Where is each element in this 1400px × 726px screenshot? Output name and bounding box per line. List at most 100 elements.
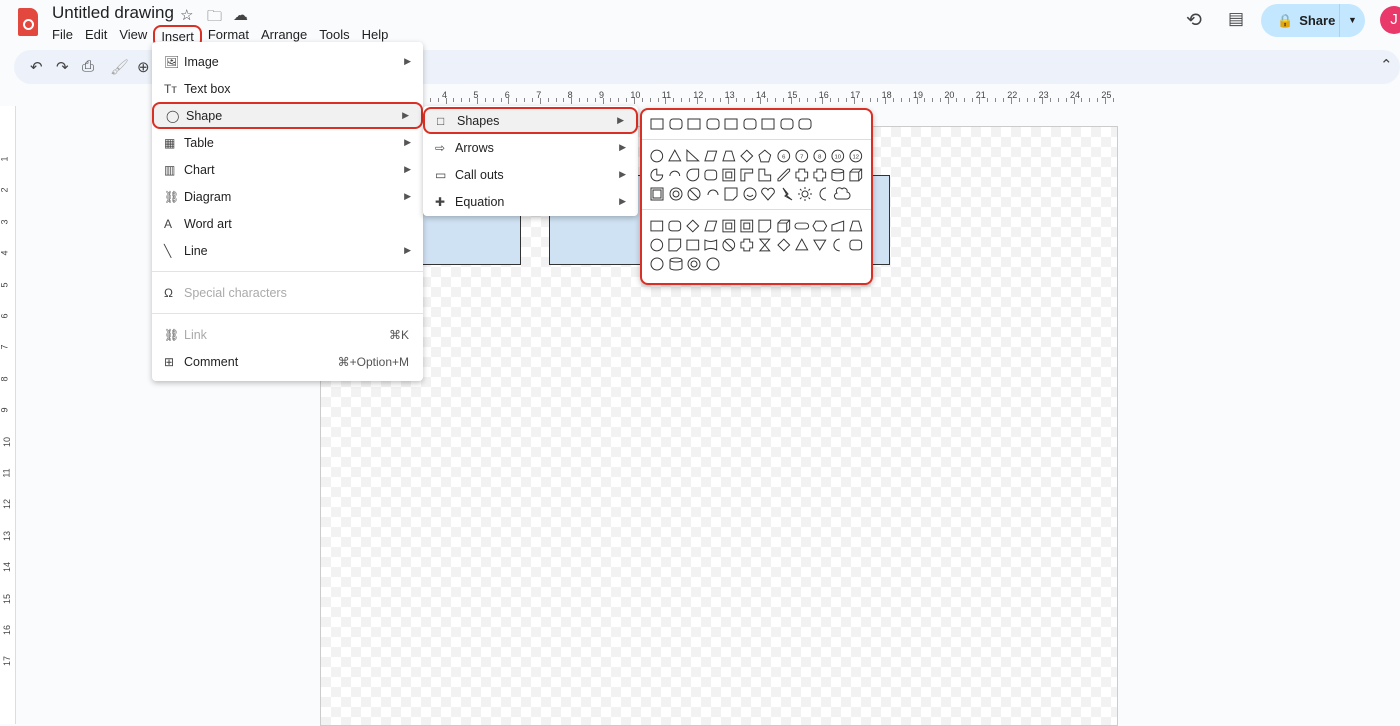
shape-frame-icon[interactable] bbox=[720, 217, 738, 235]
shape-cloud-icon[interactable] bbox=[833, 185, 851, 203]
collapse-toolbar-icon[interactable]: ⌃ bbox=[1380, 56, 1393, 74]
shape-plus-icon[interactable] bbox=[811, 166, 829, 184]
shape-round-icon[interactable] bbox=[666, 217, 684, 235]
star-icon[interactable]: ☆ bbox=[180, 6, 193, 24]
shape-noSym-icon[interactable] bbox=[720, 236, 738, 254]
menu-item-comment[interactable]: ⊞ Comment ⌘+Option+M bbox=[152, 348, 423, 375]
shape-rtri-icon[interactable] bbox=[684, 147, 702, 165]
shape-trap-icon[interactable] bbox=[720, 147, 738, 165]
shape-n7-icon[interactable]: 7 bbox=[793, 147, 811, 165]
shape-can-icon[interactable] bbox=[829, 166, 847, 184]
shape-rect-icon[interactable] bbox=[648, 217, 666, 235]
menu-item-shapes[interactable]: □ Shapes ▶ bbox=[423, 107, 638, 134]
version-history-icon[interactable]: ⟲ bbox=[1186, 9, 1202, 32]
shape-para-icon[interactable] bbox=[702, 147, 720, 165]
shape-tri-icon[interactable] bbox=[666, 147, 684, 165]
menu-item-word-art[interactable]: A Word art bbox=[152, 210, 423, 237]
shape-sun-icon[interactable] bbox=[796, 185, 814, 203]
redo-icon[interactable]: ↷ bbox=[56, 58, 69, 76]
shape-donut-icon[interactable] bbox=[685, 255, 703, 273]
shape-rect-icon[interactable] bbox=[759, 115, 777, 133]
shape-plus-icon[interactable] bbox=[793, 166, 811, 184]
menu-item-equation[interactable]: ✚ Equation ▶ bbox=[423, 188, 638, 215]
zoom-icon[interactable]: ⊕ bbox=[137, 58, 150, 76]
menu-item-diagram[interactable]: ⛓ Diagram ▶ bbox=[152, 183, 423, 210]
horizontal-ruler[interactable]: 4 5 6 7 8 9 10 11 12 13 14 15 16 17 18 19 20 21 22 23 24 25 bbox=[320, 90, 1120, 106]
shape-can-icon[interactable] bbox=[667, 255, 685, 273]
shape-circle-icon[interactable] bbox=[648, 147, 666, 165]
shape-fold-icon[interactable] bbox=[722, 185, 740, 203]
cloud-saved-icon[interactable]: ☁ bbox=[233, 6, 248, 24]
shape-term-icon[interactable] bbox=[793, 217, 811, 235]
shape-cube-icon[interactable] bbox=[775, 217, 793, 235]
shape-pie-icon[interactable] bbox=[648, 166, 666, 184]
paint-format-icon[interactable]: 🖌 bbox=[110, 58, 129, 76]
shape-rect-icon[interactable] bbox=[684, 236, 702, 254]
shape-fold-icon[interactable] bbox=[666, 236, 684, 254]
shape-tri-icon[interactable] bbox=[793, 236, 811, 254]
shape-diamond-icon[interactable] bbox=[738, 147, 756, 165]
document-title[interactable]: Untitled drawing bbox=[52, 3, 174, 23]
shape-rect-icon[interactable] bbox=[685, 115, 703, 133]
shape-n12-icon[interactable]: 12 bbox=[847, 147, 865, 165]
shape-round-icon[interactable] bbox=[702, 166, 720, 184]
print-icon[interactable]: ⎙ bbox=[82, 58, 94, 75]
shape-heart-icon[interactable] bbox=[759, 185, 777, 203]
shape-frame-icon[interactable] bbox=[738, 217, 756, 235]
shape-frame-icon[interactable] bbox=[720, 166, 738, 184]
shape-smile-icon[interactable] bbox=[741, 185, 759, 203]
shape-hour-icon[interactable] bbox=[756, 236, 774, 254]
shape-lshape-icon[interactable] bbox=[756, 166, 774, 184]
shape-diamond-icon[interactable] bbox=[775, 236, 793, 254]
share-button[interactable]: 🔒 Share ▼ bbox=[1261, 4, 1365, 37]
shape-hex-icon[interactable] bbox=[811, 217, 829, 235]
undo-icon[interactable]: ↶ bbox=[30, 58, 43, 76]
menu-view[interactable]: View bbox=[113, 25, 153, 48]
shape-round-icon[interactable] bbox=[847, 236, 865, 254]
shape-bevel-icon[interactable] bbox=[648, 185, 666, 203]
shape-pent-icon[interactable] bbox=[756, 147, 774, 165]
shape-itri-icon[interactable] bbox=[811, 236, 829, 254]
shape-para-icon[interactable] bbox=[702, 217, 720, 235]
shape-manual-icon[interactable] bbox=[829, 217, 847, 235]
vertical-ruler[interactable]: 1 2 3 4 5 6 7 8 9 10 11 12 13 14 15 16 17 bbox=[0, 106, 16, 724]
menu-item-arrows[interactable]: ⇨ Arrows ▶ bbox=[423, 134, 638, 161]
menu-item-link[interactable]: ⛓ Link ⌘K bbox=[152, 321, 423, 348]
menu-item-image[interactable]: 🖼 Image ▶ bbox=[152, 48, 423, 75]
shape-moon-icon[interactable] bbox=[829, 236, 847, 254]
drawings-logo[interactable] bbox=[18, 8, 38, 36]
menu-item-line[interactable]: ╲ Line ▶ bbox=[152, 237, 423, 264]
share-dropdown-icon[interactable]: ▼ bbox=[1339, 4, 1365, 37]
avatar[interactable]: J bbox=[1380, 6, 1400, 34]
shape-n8-icon[interactable]: 8 bbox=[811, 147, 829, 165]
shape-arc-icon[interactable] bbox=[666, 166, 684, 184]
menu-item-shape[interactable]: ◯ Shape ▶ bbox=[152, 102, 423, 129]
menu-item-call-outs[interactable]: ▭ Call outs ▶ bbox=[423, 161, 638, 188]
shape-rect-icon[interactable] bbox=[648, 115, 666, 133]
shape-diag-icon[interactable] bbox=[775, 166, 793, 184]
shape-rect-icon[interactable] bbox=[722, 115, 740, 133]
shape-circle-icon[interactable] bbox=[648, 255, 666, 273]
shape-cube-icon[interactable] bbox=[847, 166, 865, 184]
menu-file[interactable]: File bbox=[46, 25, 79, 48]
shape-circle-icon[interactable] bbox=[648, 236, 666, 254]
shape-moon-icon[interactable] bbox=[815, 185, 833, 203]
shape-round-icon[interactable] bbox=[741, 115, 759, 133]
comments-icon[interactable]: ▤ bbox=[1228, 9, 1244, 29]
menu-item-table[interactable]: ▦ Table ▶ bbox=[152, 129, 423, 156]
menu-item-chart[interactable]: ▥ Chart ▶ bbox=[152, 156, 423, 183]
menu-item-special-characters[interactable]: Ω Special characters bbox=[152, 279, 423, 306]
shape-wave-icon[interactable] bbox=[702, 236, 720, 254]
shape-corner-icon[interactable] bbox=[738, 166, 756, 184]
shape-diamond-icon[interactable] bbox=[684, 217, 702, 235]
shape-bolt-icon[interactable] bbox=[778, 185, 796, 203]
shape-round-icon[interactable] bbox=[704, 115, 722, 133]
shape-tear-icon[interactable] bbox=[684, 166, 702, 184]
shape-round-icon[interactable] bbox=[667, 115, 685, 133]
shape-n10-icon[interactable]: 10 bbox=[829, 147, 847, 165]
shape-donut-icon[interactable] bbox=[667, 185, 685, 203]
shape-fold-icon[interactable] bbox=[756, 217, 774, 235]
shape-circle-icon[interactable] bbox=[704, 255, 722, 273]
shape-trap-icon[interactable] bbox=[847, 217, 865, 235]
shape-plus-icon[interactable] bbox=[738, 236, 756, 254]
